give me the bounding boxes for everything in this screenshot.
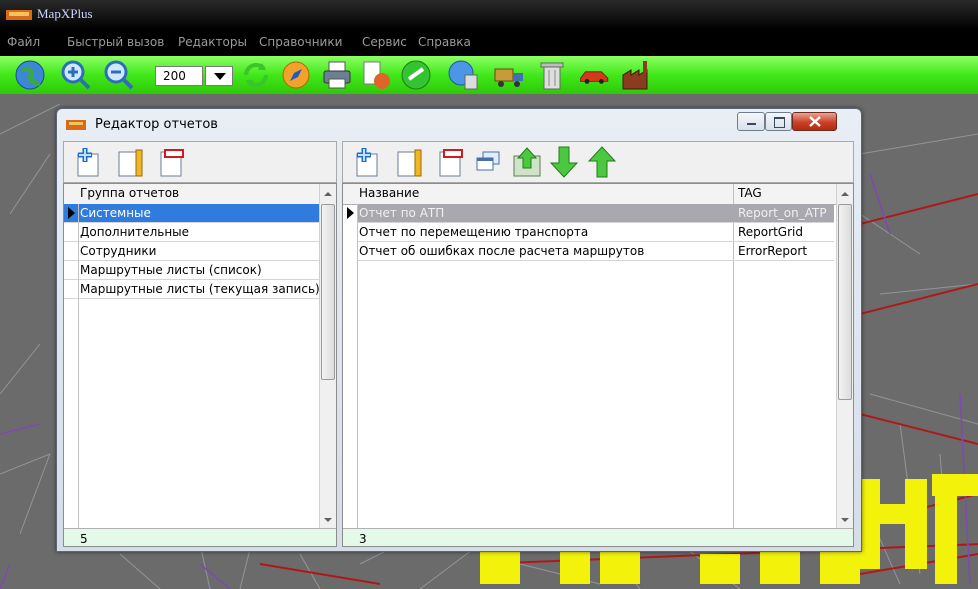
scroll-down-icon[interactable]	[841, 518, 849, 526]
zoom-dropdown-button[interactable]	[205, 66, 233, 86]
report-name: Отчет об ошибках после расчета маршрутов	[359, 244, 645, 258]
report-row[interactable]: Отчет по перемещению транспорта ReportGr…	[358, 223, 834, 242]
app-titlebar: MapXPlus	[0, 0, 978, 30]
close-button[interactable]	[792, 112, 837, 131]
group-row[interactable]: Сотрудники	[64, 242, 320, 261]
group-name: Дополнительные	[80, 225, 190, 239]
menu-quick-access[interactable]: Быстрый вызов	[67, 35, 164, 49]
group-name: Сотрудники	[80, 244, 157, 258]
move-down-icon[interactable]	[549, 145, 579, 179]
row-indicator-icon	[68, 207, 75, 219]
network-icon[interactable]	[447, 59, 479, 91]
menubar: Файл Быстрый вызов Редакторы Справочники…	[0, 30, 978, 56]
report-row[interactable]: Отчет об ошибках после расчета маршрутов…	[358, 242, 834, 261]
menu-references[interactable]: Справочники	[259, 35, 342, 49]
zoom-in-icon[interactable]	[60, 59, 92, 91]
maximize-icon	[774, 117, 785, 128]
report-tag: ReportGrid	[738, 225, 803, 239]
zoom-out-icon[interactable]	[103, 59, 135, 91]
group-name: Системные	[80, 206, 151, 220]
scroll-thumb[interactable]	[838, 204, 852, 400]
delete-report-icon[interactable]	[435, 146, 467, 178]
main-toolbar	[0, 56, 978, 95]
factory-icon[interactable]	[621, 59, 653, 91]
app-title: MapXPlus	[37, 6, 93, 21]
groups-count: 5	[80, 532, 88, 546]
groups-column-header[interactable]: Группа отчетов	[80, 184, 179, 203]
add-report-icon[interactable]	[351, 146, 383, 178]
trash-icon[interactable]	[536, 59, 568, 91]
group-name: Маршрутные листы (текущая запись)	[80, 282, 320, 296]
menu-help[interactable]: Справка	[418, 35, 471, 49]
reports-footer: 3	[343, 528, 853, 546]
row-indicator-icon	[347, 207, 354, 219]
truck-icon[interactable]	[493, 59, 525, 91]
scroll-up-icon[interactable]	[324, 188, 332, 196]
globe-icon[interactable]	[14, 59, 46, 91]
edit-report-icon[interactable]	[393, 146, 425, 178]
move-up-icon[interactable]	[587, 145, 617, 179]
group-name: Маршрутные листы (список)	[80, 263, 262, 277]
group-row[interactable]: Системные	[64, 204, 320, 223]
reports-grid: Название TAG Отчет по АТП Report_on_ATP …	[342, 183, 854, 547]
report-icon[interactable]	[360, 59, 392, 91]
dialog-title: Редактор отчетов	[95, 117, 218, 132]
report-name: Отчет по АТП	[359, 206, 445, 220]
car-icon[interactable]	[579, 59, 611, 91]
groups-footer: 5	[64, 528, 336, 546]
reports-vertical-scrollbar[interactable]	[836, 184, 853, 528]
report-tag: Report_on_ATP	[738, 206, 827, 220]
maximize-button[interactable]	[765, 112, 792, 131]
reports-header-row: Название TAG	[343, 184, 853, 205]
app-logo-icon	[6, 10, 32, 20]
reports-toolbar	[342, 141, 854, 183]
group-row[interactable]: Маршрутные листы (список)	[64, 261, 320, 280]
group-row[interactable]: Дополнительные	[64, 223, 320, 242]
menu-service[interactable]: Сервис	[362, 35, 407, 49]
minimize-icon	[747, 123, 756, 125]
tag-column-header[interactable]: TAG	[738, 184, 762, 203]
menu-file[interactable]: Файл	[7, 35, 40, 49]
import-report-icon[interactable]	[511, 146, 543, 178]
scroll-up-icon[interactable]	[841, 188, 849, 196]
refresh-icon[interactable]	[240, 59, 272, 91]
report-tag: ErrorReport	[738, 244, 808, 258]
copy-report-icon[interactable]	[473, 148, 503, 178]
groups-toolbar	[63, 141, 337, 183]
zoom-level-input[interactable]: 200	[155, 66, 203, 86]
menu-editors[interactable]: Редакторы	[178, 35, 247, 49]
scroll-down-icon[interactable]	[324, 518, 332, 526]
group-row[interactable]: Маршрутные листы (текущая запись)	[64, 280, 320, 299]
add-group-icon[interactable]	[72, 146, 104, 178]
close-icon	[809, 116, 821, 127]
edit-group-icon[interactable]	[114, 146, 146, 178]
groups-vertical-scrollbar[interactable]	[319, 184, 336, 528]
delete-group-icon[interactable]	[156, 146, 188, 178]
scroll-thumb[interactable]	[321, 204, 335, 380]
dialog-app-icon	[66, 120, 86, 130]
reports-count: 3	[359, 532, 367, 546]
name-column-header[interactable]: Название	[359, 184, 419, 203]
minimize-button[interactable]	[737, 112, 765, 131]
report-row[interactable]: Отчет по АТП Report_on_ATP	[358, 204, 834, 223]
checkmark-icon[interactable]	[400, 59, 432, 91]
report-name: Отчет по перемещению транспорта	[359, 225, 589, 239]
groups-header-row: Группа отчетов	[64, 184, 336, 205]
printer-icon[interactable]	[321, 59, 353, 91]
report-groups-grid: Группа отчетов Системные Дополнительные …	[63, 183, 337, 547]
compass-icon[interactable]	[280, 59, 312, 91]
report-editor-dialog: Редактор отчетов Группа отчетов Системны…	[56, 108, 862, 552]
